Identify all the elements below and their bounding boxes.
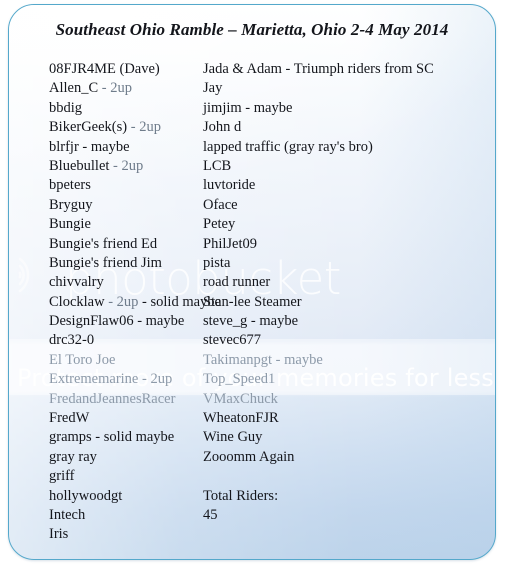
list-item: LCB (203, 157, 232, 174)
list-item: Intech (49, 506, 86, 523)
rider-list-panel: photobucket Protect more of your memorie… (8, 4, 496, 560)
list-item: Iris (49, 526, 69, 543)
list-item: Takimanpgt - maybe (203, 351, 323, 368)
list-item: luvtoride (203, 177, 256, 194)
list-item: Jay (203, 80, 223, 97)
list-item: Allen_C - 2up (49, 79, 201, 98)
list-item: FredW (49, 410, 90, 427)
list-item: gramps - solid maybe (49, 429, 175, 446)
list-item: FredandJeannesRacer (49, 390, 176, 407)
rider-name: BikerGeek(s) (49, 119, 128, 136)
list-item: Bungie's friend Ed (49, 235, 158, 252)
list-item: Stan-lee Steamer (203, 293, 302, 310)
rider-qualifier: - 2up (127, 119, 161, 136)
list-item: Clocklaw - 2up - solid maybe (49, 293, 221, 312)
list-item: drc32-0 (49, 332, 95, 349)
list-item: WheatonFJR (203, 410, 279, 427)
rider-column-left: 08FJR4ME (Dave) Allen_C - 2up bbdig BikerGe… (9, 60, 221, 545)
list-item: PhilJet09 (203, 235, 257, 252)
list-item: Zooomm Again (203, 448, 295, 465)
list-item: 08FJR4ME (Dave) (49, 61, 160, 77)
rider-qualifier: - 2up (104, 293, 139, 310)
list-item: Top_Speed1 (203, 371, 276, 388)
list-item: bpeters (49, 177, 91, 194)
list-item: Bungie's friend Jim (49, 254, 162, 271)
list-item: hollywoodgt (49, 487, 123, 504)
list-item: Petey (203, 216, 236, 233)
rider-qualifier: - 2up (109, 157, 144, 174)
list-item: Bryguy (49, 196, 93, 213)
list-item: Bungie (49, 216, 91, 233)
list-item: griff (49, 468, 75, 485)
rider-name: Allen_C (49, 80, 99, 97)
list-item: pista (203, 254, 231, 271)
rider-columns: 08FJR4ME (Dave) Allen_C - 2up bbdig BikerGe… (9, 60, 495, 545)
rider-name: Clocklaw (49, 293, 105, 310)
list-item: John d (203, 119, 242, 136)
list-item: chivvalry (49, 274, 104, 291)
list-item: lapped traffic (gray ray's bro) (203, 138, 373, 155)
list-item: BikerGeek(s) - 2up (49, 118, 201, 137)
list-item: DesignFlaw06 - maybe (49, 313, 185, 330)
page-title: Southeast Ohio Ramble – Marietta, Ohio 2… (55, 20, 449, 39)
list-item: gray ray (49, 448, 97, 465)
rider-column-right: Jada & Adam - Triumph riders from SC Jay j… (201, 60, 495, 545)
list-item: steve_g - maybe (203, 313, 299, 330)
rider-name: Bluebullet (49, 157, 110, 174)
list-item: El Toro Joe (49, 351, 116, 368)
screenshot-root: photobucket Protect more of your memorie… (0, 0, 506, 575)
list-item: Total Riders: (203, 487, 279, 504)
list-item: blrfjr - maybe (49, 138, 130, 155)
list-item: bbdig (49, 99, 83, 116)
list-item: road runner (203, 274, 271, 291)
list-item: Bluebullet - 2up (49, 157, 201, 176)
list-item: Extrememarine - 2up (49, 371, 173, 388)
list-item: stevec677 (203, 332, 261, 349)
rider-qualifier: - 2up (98, 80, 132, 97)
list-item: 45 (203, 506, 218, 523)
list-item: Jada & Adam - Triumph riders from SC (203, 61, 434, 77)
list-item: Oface (203, 196, 238, 213)
list-item: Wine Guy (203, 429, 263, 446)
list-item: jimjim - maybe (203, 99, 293, 116)
list-item: VMaxChuck (203, 390, 278, 407)
